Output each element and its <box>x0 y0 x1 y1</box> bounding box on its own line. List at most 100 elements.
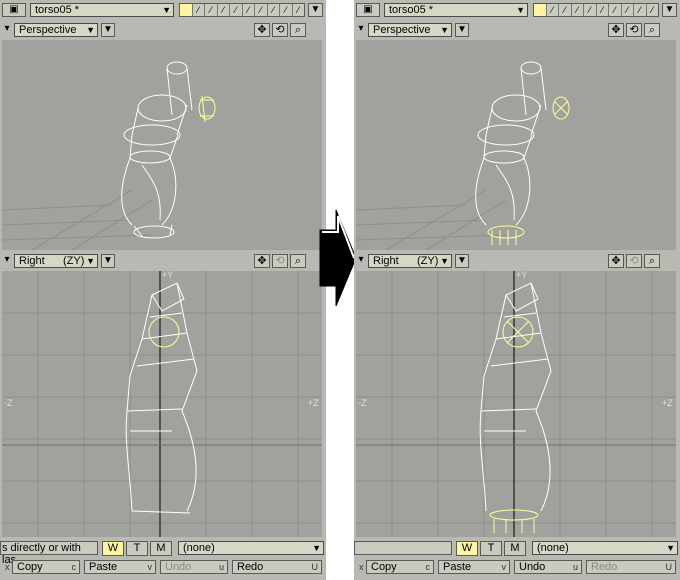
layer-swatch-icon[interactable]: ⁄ <box>596 4 609 16</box>
undo-button[interactable]: Undo u <box>160 560 228 574</box>
layer-swatch-icon[interactable] <box>534 4 547 16</box>
selection-set-label: (none) <box>537 542 569 554</box>
view-type-select[interactable]: Perspective ▼ <box>368 23 452 37</box>
undo-shortcut: u <box>572 562 578 572</box>
zoom-view-icon[interactable]: ⌕ <box>644 254 660 268</box>
view-axis-label: (ZY) <box>63 255 85 267</box>
undo-shortcut: u <box>218 562 224 572</box>
zoom-view-icon[interactable]: ⌕ <box>290 23 306 37</box>
layer-menu-button[interactable]: ▼ <box>662 3 677 17</box>
after-window: ▣ torso05 * ▼ ⁄ ⁄ ⁄ ⁄ ⁄ ⁄ ⁄ ⁄ ⁄ ▼ ▾ Pers… <box>354 0 680 580</box>
selection-set-label: (none) <box>183 542 215 554</box>
object-bar: ▣ torso05 * ▼ ⁄ ⁄ ⁄ ⁄ ⁄ ⁄ ⁄ ⁄ ⁄ ▼ <box>354 0 680 20</box>
rotate-view-icon[interactable]: ⟲ <box>626 254 642 268</box>
zoom-view-icon[interactable]: ⌕ <box>290 254 306 268</box>
rotate-view-icon[interactable]: ⟲ <box>626 23 642 37</box>
right-viewport-header: ▾ Right (ZY) ▼ ▼ ✥ ⟲ ⌕ <box>354 251 680 271</box>
object-bar: ▣ torso05 * ▼ ⁄ ⁄ ⁄ ⁄ ⁄ ⁄ ⁄ ⁄ ⁄ ▼ <box>0 0 326 20</box>
selection-set-select[interactable]: (none) ▼ <box>532 541 678 555</box>
viewport-maximize-button[interactable]: ▾ <box>356 254 366 268</box>
shortcut-prefix: x <box>359 562 364 572</box>
status-text <box>354 541 452 555</box>
mode-button-m[interactable]: M <box>504 541 526 556</box>
object-select[interactable]: torso05 * ▼ <box>384 3 528 17</box>
dropdown-arrow-icon: ▼ <box>440 256 449 266</box>
axis-label-neg-z: -Z <box>4 398 13 408</box>
view-type-select[interactable]: Right (ZY) ▼ <box>368 254 452 268</box>
view-type-select[interactable]: Perspective ▼ <box>14 23 98 37</box>
dropdown-arrow-icon: ▼ <box>312 543 321 553</box>
layer-swatch-icon[interactable]: ⁄ <box>609 4 622 16</box>
layer-swatch-icon[interactable]: ⁄ <box>217 4 230 16</box>
right-viewport[interactable]: +Y -Z +Z <box>356 271 676 537</box>
rotate-view-icon[interactable]: ⟲ <box>272 23 288 37</box>
perspective-viewport[interactable] <box>356 40 676 250</box>
viewport-maximize-button[interactable]: ▾ <box>2 254 12 268</box>
perspective-viewport[interactable] <box>2 40 322 250</box>
redo-button[interactable]: Redo U <box>586 560 676 574</box>
redo-shortcut: U <box>665 562 673 572</box>
copy-button[interactable]: x Copy c <box>359 560 434 574</box>
layer-swatch-icon[interactable]: ⁄ <box>292 4 304 16</box>
layer-menu-button[interactable]: ▼ <box>308 3 323 17</box>
redo-button[interactable]: Redo U <box>232 560 322 574</box>
torso-wireframe <box>121 61 193 239</box>
move-view-icon[interactable]: ✥ <box>608 254 624 268</box>
redo-shortcut: U <box>311 562 319 572</box>
rotate-view-icon[interactable]: ⟲ <box>272 254 288 268</box>
object-menu-button[interactable]: ▣ <box>356 3 380 17</box>
mode-button-m[interactable]: M <box>150 541 172 556</box>
layer-swatch-icon[interactable]: ⁄ <box>646 4 658 16</box>
layer-swatch-icon[interactable]: ⁄ <box>559 4 572 16</box>
paste-button[interactable]: Paste v <box>438 560 510 574</box>
mode-button-w[interactable]: W <box>102 541 124 556</box>
move-view-icon[interactable]: ✥ <box>254 23 270 37</box>
view-options-button[interactable]: ▼ <box>101 23 115 37</box>
paste-shortcut: v <box>501 562 507 572</box>
layer-swatch-icon[interactable]: ⁄ <box>634 4 647 16</box>
object-name: torso05 * <box>389 4 434 16</box>
undo-button[interactable]: Undo u <box>514 560 582 574</box>
layer-swatch-icon[interactable]: ⁄ <box>255 4 268 16</box>
view-options-button[interactable]: ▼ <box>101 254 115 268</box>
layer-swatch-icon[interactable]: ⁄ <box>584 4 597 16</box>
viewport-maximize-button[interactable]: ▾ <box>356 23 366 37</box>
layer-swatch-icon[interactable]: ⁄ <box>571 4 584 16</box>
mode-button-t[interactable]: T <box>480 541 502 556</box>
mode-button-w[interactable]: W <box>456 541 478 556</box>
view-type-label: Perspective <box>373 24 431 36</box>
selection-set-select[interactable]: (none) ▼ <box>178 541 324 555</box>
axis-label-y: +Y <box>516 271 528 280</box>
view-options-button[interactable]: ▼ <box>455 254 469 268</box>
right-viewport[interactable]: +Y -Z +Z <box>2 271 322 537</box>
view-axis-label: (ZY) <box>417 255 439 267</box>
paste-button[interactable]: Paste v <box>84 560 156 574</box>
zoom-view-icon[interactable]: ⌕ <box>644 23 660 37</box>
viewport-maximize-button[interactable]: ▾ <box>2 23 12 37</box>
layer-swatch-icon[interactable]: ⁄ <box>230 4 243 16</box>
layer-swatch-icon[interactable] <box>180 4 193 16</box>
layer-swatch-icon[interactable]: ⁄ <box>242 4 255 16</box>
torso-wireframe <box>475 61 547 226</box>
copy-button[interactable]: x Copy c <box>5 560 80 574</box>
layer-swatch-icon[interactable]: ⁄ <box>267 4 280 16</box>
object-menu-button[interactable]: ▣ <box>2 3 26 17</box>
redo-label: Redo <box>237 561 264 573</box>
copy-shortcut: c <box>71 562 77 572</box>
object-select[interactable]: torso05 * ▼ <box>30 3 174 17</box>
layer-swatch-icon[interactable]: ⁄ <box>192 4 205 16</box>
axis-label-neg-z: -Z <box>358 398 367 408</box>
view-type-select[interactable]: Right (ZY) ▼ <box>14 254 98 268</box>
layer-swatch-icon[interactable]: ⁄ <box>280 4 293 16</box>
layer-swatch-icon[interactable]: ⁄ <box>205 4 218 16</box>
mode-button-t[interactable]: T <box>126 541 148 556</box>
before-window: ▣ torso05 * ▼ ⁄ ⁄ ⁄ ⁄ ⁄ ⁄ ⁄ ⁄ ⁄ ▼ ▾ Pers… <box>0 0 326 580</box>
view-options-button[interactable]: ▼ <box>455 23 469 37</box>
layer-swatch-icon[interactable]: ⁄ <box>546 4 559 16</box>
bottom-toolbar: W T M (none) ▼ x Copy c Paste v Undo u R… <box>354 539 680 580</box>
axis-label-pos-z: +Z <box>308 398 319 408</box>
layer-swatch-icon[interactable]: ⁄ <box>621 4 634 16</box>
move-view-icon[interactable]: ✥ <box>254 254 270 268</box>
move-view-icon[interactable]: ✥ <box>608 23 624 37</box>
axis-label-y: +Y <box>162 271 174 280</box>
